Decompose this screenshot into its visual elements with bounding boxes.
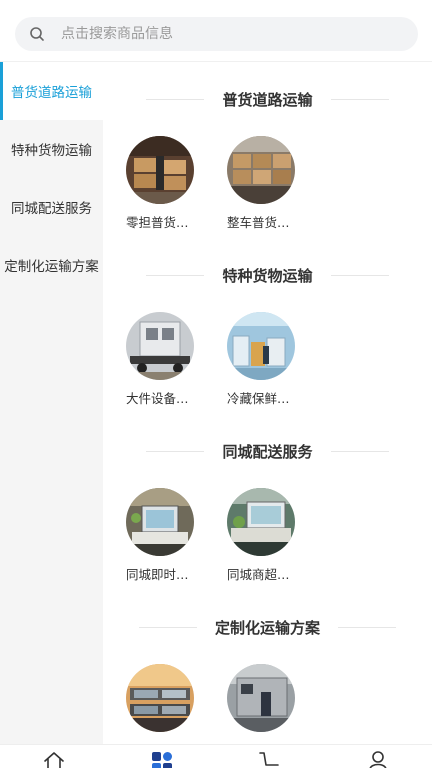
divider bbox=[146, 98, 205, 100]
product-label: 同城商超… bbox=[227, 567, 290, 582]
product-label: 大件设备… bbox=[126, 391, 189, 406]
sidebar-item-special-freight[interactable]: 特种货物运输 bbox=[0, 120, 103, 178]
tab-profile[interactable] bbox=[324, 745, 432, 768]
product-thumbnail bbox=[126, 488, 194, 556]
category-icon bbox=[152, 752, 172, 768]
sidebar-item-label: 定制化运输方案 bbox=[4, 259, 99, 275]
product-thumbnail bbox=[126, 312, 194, 380]
tab-cart[interactable] bbox=[216, 745, 324, 768]
product-item[interactable] bbox=[126, 664, 227, 740]
section-title: 普货道路运输 bbox=[222, 90, 313, 109]
product-label: 零担普货… bbox=[126, 215, 189, 230]
product-item[interactable]: 大件设备… bbox=[126, 312, 227, 407]
section-header: 定制化运输方案 bbox=[103, 590, 432, 664]
product-item[interactable] bbox=[227, 664, 328, 740]
section-header: 普货道路运输 bbox=[103, 62, 432, 136]
product-thumbnail bbox=[126, 664, 194, 732]
divider bbox=[330, 98, 389, 100]
search-input[interactable] bbox=[61, 26, 381, 42]
category-content: 普货道路运输 零担普货… 整车普货… 特种货物运输 大件设备… 冷藏保鲜… 同城… bbox=[103, 62, 432, 744]
profile-icon bbox=[369, 751, 387, 768]
divider bbox=[330, 274, 389, 276]
category-sidebar: 普货道路运输 特种货物运输 同城配送服务 定制化运输方案 bbox=[0, 62, 103, 744]
product-thumbnail bbox=[126, 136, 194, 204]
divider bbox=[338, 626, 396, 628]
sidebar-item-general-freight[interactable]: 普货道路运输 bbox=[0, 62, 103, 120]
search-icon bbox=[30, 27, 44, 41]
cart-icon bbox=[259, 752, 279, 766]
section-title: 特种货物运输 bbox=[222, 266, 313, 285]
sidebar-item-custom-solution[interactable]: 定制化运输方案 bbox=[0, 236, 103, 294]
section-special-freight: 特种货物运输 大件设备… 冷藏保鲜… bbox=[103, 238, 432, 414]
section-header: 特种货物运输 bbox=[103, 238, 432, 312]
bottom-tab-bar bbox=[0, 744, 432, 768]
section-city-delivery: 同城配送服务 同城即时… 同城商超… bbox=[103, 414, 432, 590]
section-title: 同城配送服务 bbox=[222, 442, 313, 461]
product-label: 同城即时… bbox=[126, 567, 189, 582]
sidebar-item-city-delivery[interactable]: 同城配送服务 bbox=[0, 178, 103, 236]
section-custom-solution: 定制化运输方案 bbox=[103, 590, 432, 744]
divider bbox=[146, 274, 205, 276]
sidebar-item-label: 普货道路运输 bbox=[11, 85, 92, 101]
product-thumbnail bbox=[227, 136, 295, 204]
product-item[interactable]: 同城即时… bbox=[126, 488, 227, 583]
product-item[interactable]: 冷藏保鲜… bbox=[227, 312, 328, 407]
divider bbox=[138, 626, 197, 628]
divider bbox=[146, 450, 205, 452]
search-bar[interactable] bbox=[15, 17, 418, 51]
section-general-freight: 普货道路运输 零担普货… 整车普货… bbox=[103, 62, 432, 238]
sidebar-item-label: 同城配送服务 bbox=[11, 201, 92, 217]
product-item[interactable]: 同城商超… bbox=[227, 488, 328, 583]
product-thumbnail bbox=[227, 664, 295, 732]
section-title: 定制化运输方案 bbox=[214, 618, 320, 637]
sidebar-item-label: 特种货物运输 bbox=[11, 143, 92, 159]
product-label: 整车普货… bbox=[227, 215, 290, 230]
home-icon bbox=[44, 752, 64, 768]
product-item[interactable]: 整车普货… bbox=[227, 136, 328, 231]
product-thumbnail bbox=[227, 488, 295, 556]
product-item[interactable]: 零担普货… bbox=[126, 136, 227, 231]
product-thumbnail bbox=[227, 312, 295, 380]
product-label: 冷藏保鲜… bbox=[227, 391, 290, 406]
top-bar bbox=[0, 0, 432, 62]
tab-home[interactable] bbox=[0, 745, 108, 768]
section-header: 同城配送服务 bbox=[103, 414, 432, 488]
tab-category[interactable] bbox=[108, 745, 216, 768]
divider bbox=[330, 450, 389, 452]
